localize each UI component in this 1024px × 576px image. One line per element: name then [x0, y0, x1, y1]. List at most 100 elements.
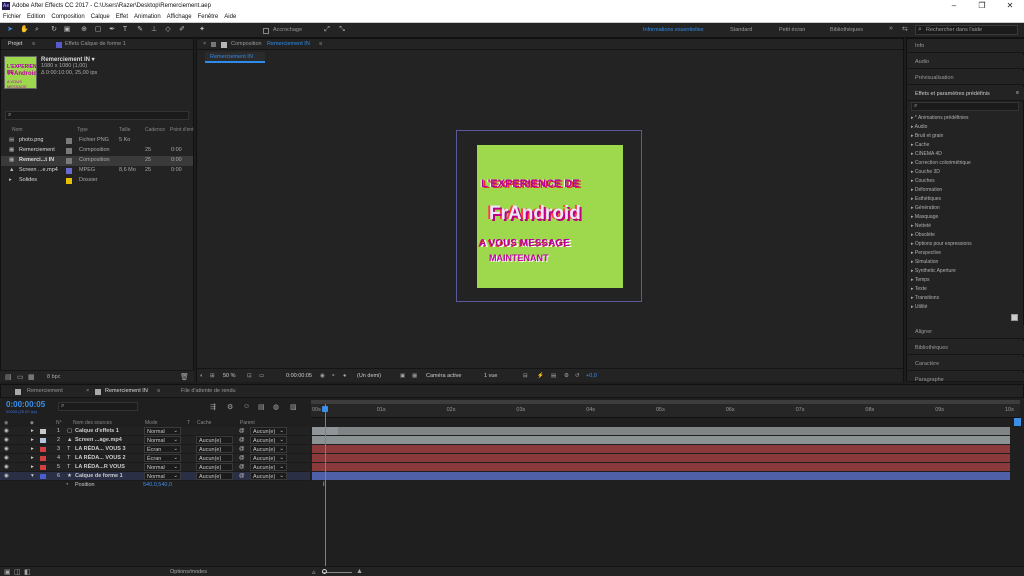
effects-category-item[interactable]: ▸ Obsolète — [911, 232, 935, 238]
pick-whip-icon[interactable]: @ — [239, 446, 245, 452]
project-item[interactable]: ▸ Solides Dossier — [1, 176, 193, 186]
puppet-tool-icon[interactable]: ✦ — [198, 26, 206, 34]
col-header-parent[interactable]: Parent — [240, 420, 255, 426]
col-header-name[interactable]: Nom — [12, 127, 23, 133]
effects-category-item[interactable]: ▸ Utilité — [911, 304, 927, 310]
frame-blending-icon[interactable]: ▤ — [258, 403, 265, 411]
layer-mode-dropdown[interactable]: Normal ⌄ — [144, 427, 181, 435]
current-time-display[interactable]: 0:00:00:05 — [286, 373, 312, 379]
pan-behind-tool-icon[interactable]: ⊕ — [80, 26, 88, 34]
shy-layers-icon[interactable]: ☺ — [243, 403, 250, 410]
workspace-libraries[interactable]: Bibliothèques — [830, 27, 863, 33]
audio-panel-header[interactable]: Audio — [907, 55, 1024, 69]
layer-label-color[interactable] — [40, 465, 46, 470]
brush-tool-icon[interactable]: ✎ — [136, 26, 144, 34]
tab-remerciement[interactable]: Remerciement — [27, 388, 63, 394]
layer-duration-bar[interactable] — [312, 445, 1010, 453]
col-header-t[interactable]: T — [187, 420, 190, 426]
layer-label-color[interactable] — [40, 456, 46, 461]
effects-category-item[interactable]: ▸ Couches — [911, 178, 935, 184]
layer-label-color[interactable] — [40, 447, 46, 452]
track-matte-dropdown[interactable]: Aucun(e) — [196, 445, 233, 453]
pick-whip-icon[interactable]: @ — [239, 455, 245, 461]
effects-category-item[interactable]: ▸ Options pour expressions — [911, 241, 972, 247]
zoom-out-icon[interactable]: ▵ — [312, 568, 316, 576]
track-matte-dropdown[interactable]: Aucun(e) — [196, 436, 233, 444]
minimize-icon[interactable]: – — [940, 0, 968, 12]
layer-row[interactable]: ◉ ▸ 1 ▢ Calque d'effets 1 Normal ⌄ @ Aucun(e) ⌄ — [0, 427, 310, 436]
comp-mini-flowchart-icon[interactable]: ⇶ — [210, 403, 216, 411]
selection-tool-icon[interactable]: ➤ — [6, 26, 14, 34]
label-color-swatch[interactable] — [66, 168, 72, 174]
parent-dropdown[interactable]: Aucun(e) ⌄ — [250, 472, 287, 480]
workspace-standard[interactable]: Standard — [730, 27, 752, 33]
tab-menu-icon[interactable]: ≡ — [32, 41, 35, 47]
menu-edition[interactable]: Edition — [24, 12, 48, 20]
layer-switches-icon[interactable]: ▣ — [4, 568, 11, 576]
visibility-eye-icon[interactable]: ◉ — [4, 428, 9, 434]
layer-row[interactable]: ◉ ▾ 6 ★ Calque de forme 1 Normal ⌄ Aucun(e) @ Auc… — [0, 472, 310, 481]
layer-name[interactable]: LA RÉDA...R VOUS — [75, 464, 125, 470]
motion-blur-icon[interactable]: ◍ — [273, 403, 279, 411]
roto-brush-tool-icon[interactable]: ✐ — [178, 26, 186, 34]
expand-triangle-icon[interactable]: ▸ — [31, 428, 34, 434]
time-ruler[interactable]: 00s 01s 02s 03s 04s 05s 06s 07s 08s 09s 10s — [311, 404, 1020, 418]
graph-editor-icon[interactable]: ▨ — [290, 403, 297, 411]
visibility-eye-icon[interactable]: ◉ — [4, 437, 9, 443]
layer-duration-bar[interactable] — [312, 454, 1010, 462]
close-tab-icon[interactable]: × — [86, 388, 89, 394]
close-tab-icon[interactable]: × — [203, 41, 206, 47]
expand-triangle-icon[interactable]: ▸ — [31, 455, 34, 461]
menu-fichier[interactable]: Fichier — [0, 12, 24, 20]
menu-effet[interactable]: Effet — [113, 12, 131, 20]
layer-mode-dropdown[interactable]: Normal ⌄ — [144, 436, 181, 444]
effects-category-item[interactable]: ▸ Esthétiques — [911, 196, 941, 202]
position-property-value[interactable]: 540,0,540,0 — [143, 482, 172, 488]
new-folder-icon[interactable]: ▭ — [17, 373, 24, 381]
composition-subtab[interactable]: Remerciement IN — [205, 52, 265, 63]
effects-category-item[interactable]: ▸ Texte — [911, 286, 927, 292]
bit-depth-label[interactable]: 8 bpc — [47, 374, 60, 380]
grid-options-icon[interactable]: ⊞ — [210, 373, 215, 379]
playhead-handle[interactable] — [322, 406, 328, 412]
snap-arrows-icon[interactable]: ⤡ — [338, 26, 346, 34]
rotate-tool-icon[interactable]: ↻ — [50, 26, 58, 34]
effects-category-item[interactable]: ▸ Génération — [911, 205, 940, 211]
expand-triangle-icon[interactable]: ▸ — [31, 464, 34, 470]
info-panel-header[interactable]: Info — [907, 39, 1024, 53]
playhead[interactable] — [325, 404, 326, 568]
type-tool-icon[interactable]: T — [121, 26, 129, 34]
toggle-transparency-icon[interactable]: ▦ — [412, 373, 417, 379]
timeline-icon[interactable]: ▤ — [551, 373, 556, 379]
timeline-zoom-thumb[interactable] — [322, 569, 327, 574]
layer-name[interactable]: Calque d'effets 1 — [75, 428, 119, 434]
workspace-small-screen[interactable]: Petit écran — [779, 27, 805, 33]
lock-icon[interactable] — [211, 42, 216, 47]
view-layout-dropdown[interactable]: 1 vue — [484, 373, 497, 379]
workspace-essentials[interactable]: Informations essentielles — [643, 27, 704, 33]
pick-whip-icon[interactable]: @ — [239, 428, 245, 434]
col-header-track-matte[interactable]: Cache — [197, 420, 211, 426]
pen-tool-icon[interactable]: ✒ — [108, 26, 116, 34]
effects-category-item[interactable]: ▸ Netteté — [911, 223, 931, 229]
layer-name[interactable]: Screen ...age.mp4 — [75, 437, 122, 443]
visibility-eye-icon[interactable]: ◉ — [4, 464, 9, 470]
effects-category-item[interactable]: ▸ Correction colorimétrique — [911, 160, 971, 166]
effects-category-item[interactable]: ▸ Masquage — [911, 214, 938, 220]
col-header-mode[interactable]: Mode — [145, 420, 158, 426]
more-workspaces-icon[interactable]: » — [889, 25, 893, 32]
pick-whip-icon[interactable]: @ — [239, 437, 245, 443]
composition-canvas[interactable]: L'EXPERIENCE DE FrAndroid A VOUS MESSAGE… — [477, 145, 623, 288]
snap-checkbox[interactable] — [263, 28, 269, 34]
expand-triangle-icon[interactable]: ▾ — [31, 473, 34, 479]
selected-item-name[interactable]: Remerciement IN ▾ — [41, 56, 95, 63]
flowchart-icon[interactable]: ⚙ — [564, 373, 569, 379]
layer-duration-bar[interactable] — [312, 436, 1010, 444]
tab-render-queue[interactable]: File d'attente de rendu — [181, 388, 236, 394]
show-snapshot-icon[interactable]: ⚬ — [331, 373, 336, 379]
label-color-swatch[interactable] — [66, 138, 72, 144]
new-composition-icon[interactable]: ▦ — [28, 373, 35, 381]
pick-whip-icon[interactable]: @ — [239, 473, 245, 479]
parent-dropdown[interactable]: Aucun(e) ⌄ — [250, 463, 287, 471]
track-matte-dropdown[interactable]: Aucun(e) — [196, 463, 233, 471]
